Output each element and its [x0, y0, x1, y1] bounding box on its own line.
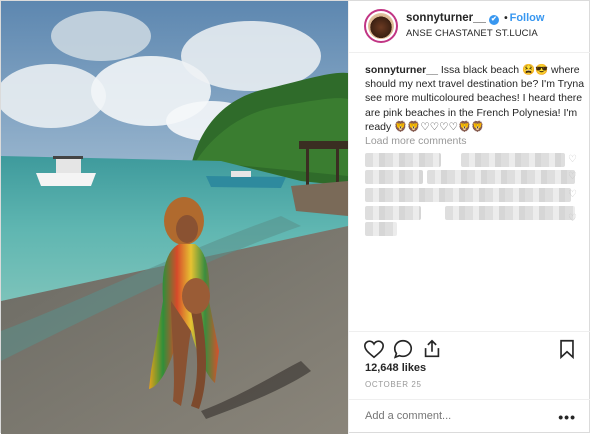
load-more-comments-button[interactable]: Load more comments — [365, 135, 467, 147]
likes-count[interactable]: 12,648 likes — [365, 362, 426, 374]
more-options-icon[interactable]: ••• — [558, 409, 576, 425]
username-link[interactable]: sonnyturner__ — [406, 12, 486, 24]
post-header: sonnyturner__ ✔ • Follow ANSE CHASTANET ST… — [349, 1, 590, 53]
follow-button[interactable]: Follow — [510, 12, 545, 24]
comment-like-heart-icon[interactable]: ♡ — [568, 172, 578, 182]
beach-photo — [1, 1, 348, 434]
action-bar — [349, 331, 590, 363]
post-caption: sonnyturner__ Issa black beach 😫😎 where … — [365, 63, 585, 134]
header-line: sonnyturner__ ✔ • Follow — [406, 12, 544, 25]
location-link[interactable]: ANSE CHASTANET ST.LUCIA — [406, 28, 538, 39]
add-comment-input[interactable] — [365, 410, 545, 422]
bookmark-icon[interactable] — [556, 338, 578, 360]
comment-like-heart-icon[interactable]: ♡ — [568, 214, 578, 224]
share-icon[interactable] — [421, 338, 443, 360]
blurred-comment-text — [365, 170, 423, 184]
avatar[interactable] — [364, 9, 398, 43]
blurred-comment-text — [365, 153, 441, 167]
caption-username[interactable]: sonnyturner__ — [365, 64, 438, 76]
post-sidebar: sonnyturner__ ✔ • Follow ANSE CHASTANET ST… — [348, 1, 590, 434]
comment-like-heart-icon[interactable]: ♡ — [568, 190, 578, 200]
like-heart-icon[interactable] — [363, 338, 385, 360]
comment-like-heart-icon[interactable]: ♡ — [568, 155, 578, 165]
blurred-comment-text — [365, 206, 421, 220]
instagram-post: sonnyturner__ ✔ • Follow ANSE CHASTANET ST… — [0, 0, 590, 434]
blurred-comment-text — [365, 188, 571, 202]
blurred-comment-text — [445, 206, 575, 220]
comment-icon[interactable] — [392, 338, 414, 360]
separator-dot: • — [504, 13, 508, 24]
post-date[interactable]: OCTOBER 25 — [365, 380, 422, 389]
blurred-comment-text — [461, 153, 565, 167]
verified-badge-icon: ✔ — [488, 15, 499, 25]
blurred-comment-text — [365, 222, 397, 236]
post-photo[interactable] — [1, 1, 348, 434]
blurred-comment-text — [427, 170, 575, 184]
avatar-image — [368, 13, 394, 39]
add-comment-bar: ••• — [349, 399, 590, 434]
